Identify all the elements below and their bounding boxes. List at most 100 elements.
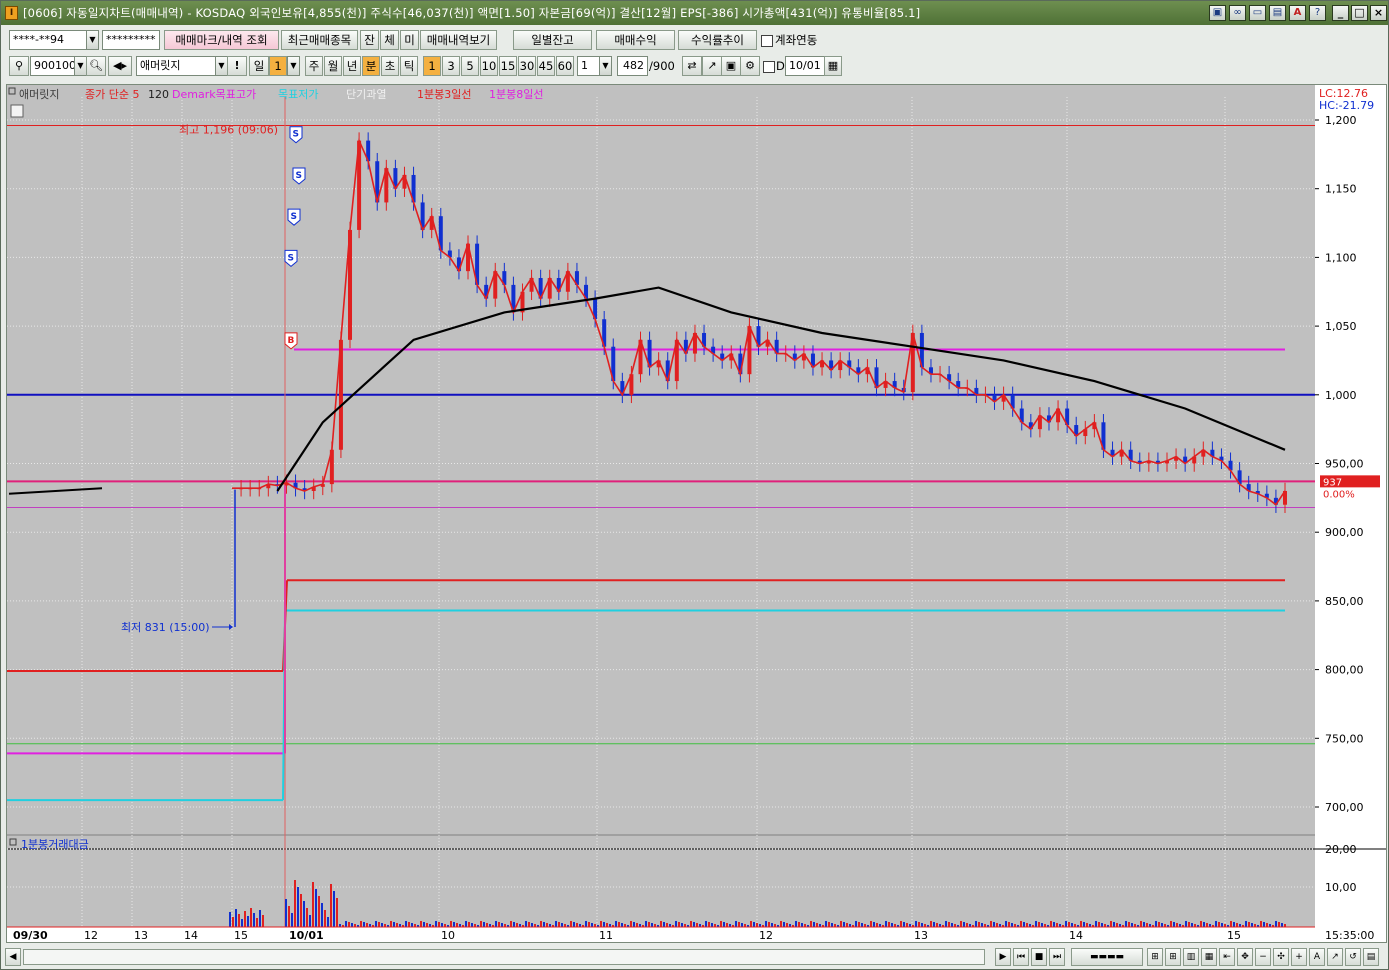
lookup-icon[interactable]: ⚲: [9, 56, 29, 76]
drawing-icon[interactable]: ↗: [1327, 948, 1343, 966]
minimize-button[interactable]: _: [1332, 5, 1349, 21]
volume-bar: [801, 923, 803, 927]
x-tick-label: 15: [234, 929, 248, 942]
move-icon[interactable]: ✣: [1273, 948, 1289, 966]
period-month-button[interactable]: 월: [324, 56, 342, 76]
title-bar[interactable]: I [0606] 자동일지차트(매매내역) - KOSDAQ 외국인보유[4,8…: [1, 1, 1388, 25]
volume-bar: [1251, 923, 1253, 927]
monitor-icon[interactable]: ▭: [1249, 5, 1266, 21]
interval-45-button[interactable]: 45: [537, 56, 555, 76]
scroll-left-icon[interactable]: ◀: [5, 948, 21, 966]
last-page-icon[interactable]: ⏭: [1049, 948, 1065, 966]
y-tick-label: 1,200: [1325, 114, 1357, 127]
search-icon[interactable]: 🔍︎: [86, 56, 106, 76]
grid-small-icon[interactable]: ⊞: [1147, 948, 1163, 966]
multiplier-select[interactable]: 1: [577, 56, 600, 76]
trade-mark-query-button[interactable]: 매매마크/내역 조회: [164, 30, 279, 50]
period-day-button[interactable]: 일: [249, 56, 269, 76]
x-axis-panel: [7, 927, 1386, 942]
period-year-button[interactable]: 년: [343, 56, 361, 76]
horizontal-scrollbar[interactable]: [23, 949, 985, 965]
interval-10-button[interactable]: 10: [480, 56, 498, 76]
scroll-right-icon[interactable]: ▶: [995, 948, 1011, 966]
zoom-in-icon[interactable]: +: [1291, 948, 1307, 966]
date-enable-checkbox[interactable]: [763, 61, 775, 73]
volume-bar: [1203, 922, 1205, 927]
volume-bar: [1023, 922, 1025, 927]
volume-bar: [366, 923, 368, 927]
multiplier-dropdown-icon[interactable]: ▼: [599, 56, 612, 76]
period-tick-button[interactable]: 틱: [400, 56, 418, 76]
speaker-icon[interactable]: ◀▸: [108, 56, 132, 76]
volume-bar: [636, 923, 638, 927]
grid-large-icon[interactable]: ⊞: [1165, 948, 1181, 966]
interval-30-button[interactable]: 30: [518, 56, 536, 76]
interval-15-button[interactable]: 15: [499, 56, 517, 76]
unexecuted-button[interactable]: 미: [400, 30, 419, 50]
y-tick-label: 850,00: [1325, 595, 1364, 608]
x-tick-label: 12: [759, 929, 773, 942]
link-icon[interactable]: ∞: [1229, 5, 1246, 21]
volume-bar: [1065, 921, 1067, 927]
help-icon[interactable]: ?: [1309, 5, 1326, 21]
count-input[interactable]: 482: [617, 56, 648, 76]
volume-bar: [876, 923, 878, 927]
chart-area[interactable]: 1,200 1,150 1,100 1,050 1,000 950,00 900,00 850…: [6, 84, 1387, 943]
print-icon[interactable]: ▤: [1363, 948, 1379, 966]
calendar-icon[interactable]: ▦: [824, 56, 842, 76]
interval-3-button[interactable]: 3: [442, 56, 460, 76]
split-icon[interactable]: ▦: [1201, 948, 1217, 966]
account-dropdown-icon[interactable]: ▼: [86, 30, 99, 50]
maximize-button[interactable]: □: [1351, 5, 1368, 21]
balance-button[interactable]: 잔: [360, 30, 379, 50]
period-week-button[interactable]: 주: [305, 56, 323, 76]
save-icon[interactable]: ▣: [721, 56, 741, 76]
volume-bar: [1113, 922, 1115, 927]
period-day-dropdown-icon[interactable]: ▼: [287, 56, 300, 76]
trade-view-button[interactable]: 매매내역보기: [420, 30, 497, 50]
window-tile-icon[interactable]: ▣: [1209, 5, 1226, 21]
close-button[interactable]: ×: [1370, 5, 1387, 21]
period-second-button[interactable]: 초: [381, 56, 399, 76]
stock-name-field[interactable]: 애머릿지: [136, 56, 216, 76]
recent-items-button[interactable]: 최근매매종목: [281, 30, 358, 50]
stop-icon[interactable]: ■: [1031, 948, 1047, 966]
volume-bar: [1038, 922, 1040, 927]
volume-bar: [696, 923, 698, 927]
font-a-icon[interactable]: A: [1289, 5, 1306, 21]
volume-bar: [531, 923, 533, 927]
stock-code-input[interactable]: 900100: [30, 56, 75, 76]
zoom-slider[interactable]: ▬▬▬▬: [1071, 948, 1143, 966]
indicator-icon[interactable]: ↗: [702, 56, 722, 76]
arrow-cross-icon[interactable]: ✥: [1237, 948, 1253, 966]
layout-icon[interactable]: ▥: [1183, 948, 1199, 966]
password-field[interactable]: *********: [102, 30, 160, 50]
zoom-out-icon[interactable]: −: [1255, 948, 1271, 966]
period-day-value[interactable]: 1: [269, 56, 287, 76]
volume-bar: [306, 908, 308, 927]
reset-icon[interactable]: ↺: [1345, 948, 1361, 966]
date-input[interactable]: 10/01: [785, 56, 825, 76]
compare-icon[interactable]: ⇄: [682, 56, 702, 76]
interval-1-button[interactable]: 1: [423, 56, 441, 76]
interval-60-button[interactable]: 60: [556, 56, 574, 76]
screen-icon[interactable]: ▤: [1269, 5, 1286, 21]
chart-background: [7, 85, 1386, 942]
executed-button[interactable]: 체: [380, 30, 399, 50]
volume-bar: [288, 906, 290, 927]
first-page-icon[interactable]: ⏮: [1013, 948, 1029, 966]
account-link-checkbox[interactable]: [761, 35, 773, 47]
account-select[interactable]: ****-**94: [9, 30, 87, 50]
volume-bar: [309, 915, 311, 927]
font-size-icon[interactable]: A: [1309, 948, 1325, 966]
period-minute-button[interactable]: 분: [362, 56, 380, 76]
trade-profit-button[interactable]: 매매수익: [596, 30, 675, 50]
volume-bar: [780, 921, 782, 927]
return-trend-button[interactable]: 수익률추이: [678, 30, 757, 50]
alert-icon[interactable]: !: [227, 56, 247, 76]
settings-gear-icon[interactable]: ⚙: [740, 56, 760, 76]
cursor-icon[interactable]: ⇤: [1219, 948, 1235, 966]
interval-5-button[interactable]: 5: [461, 56, 479, 76]
price-chart-svg[interactable]: 1,200 1,150 1,100 1,050 1,000 950,00 900,00 850…: [7, 85, 1386, 942]
daily-balance-button[interactable]: 일별잔고: [513, 30, 592, 50]
